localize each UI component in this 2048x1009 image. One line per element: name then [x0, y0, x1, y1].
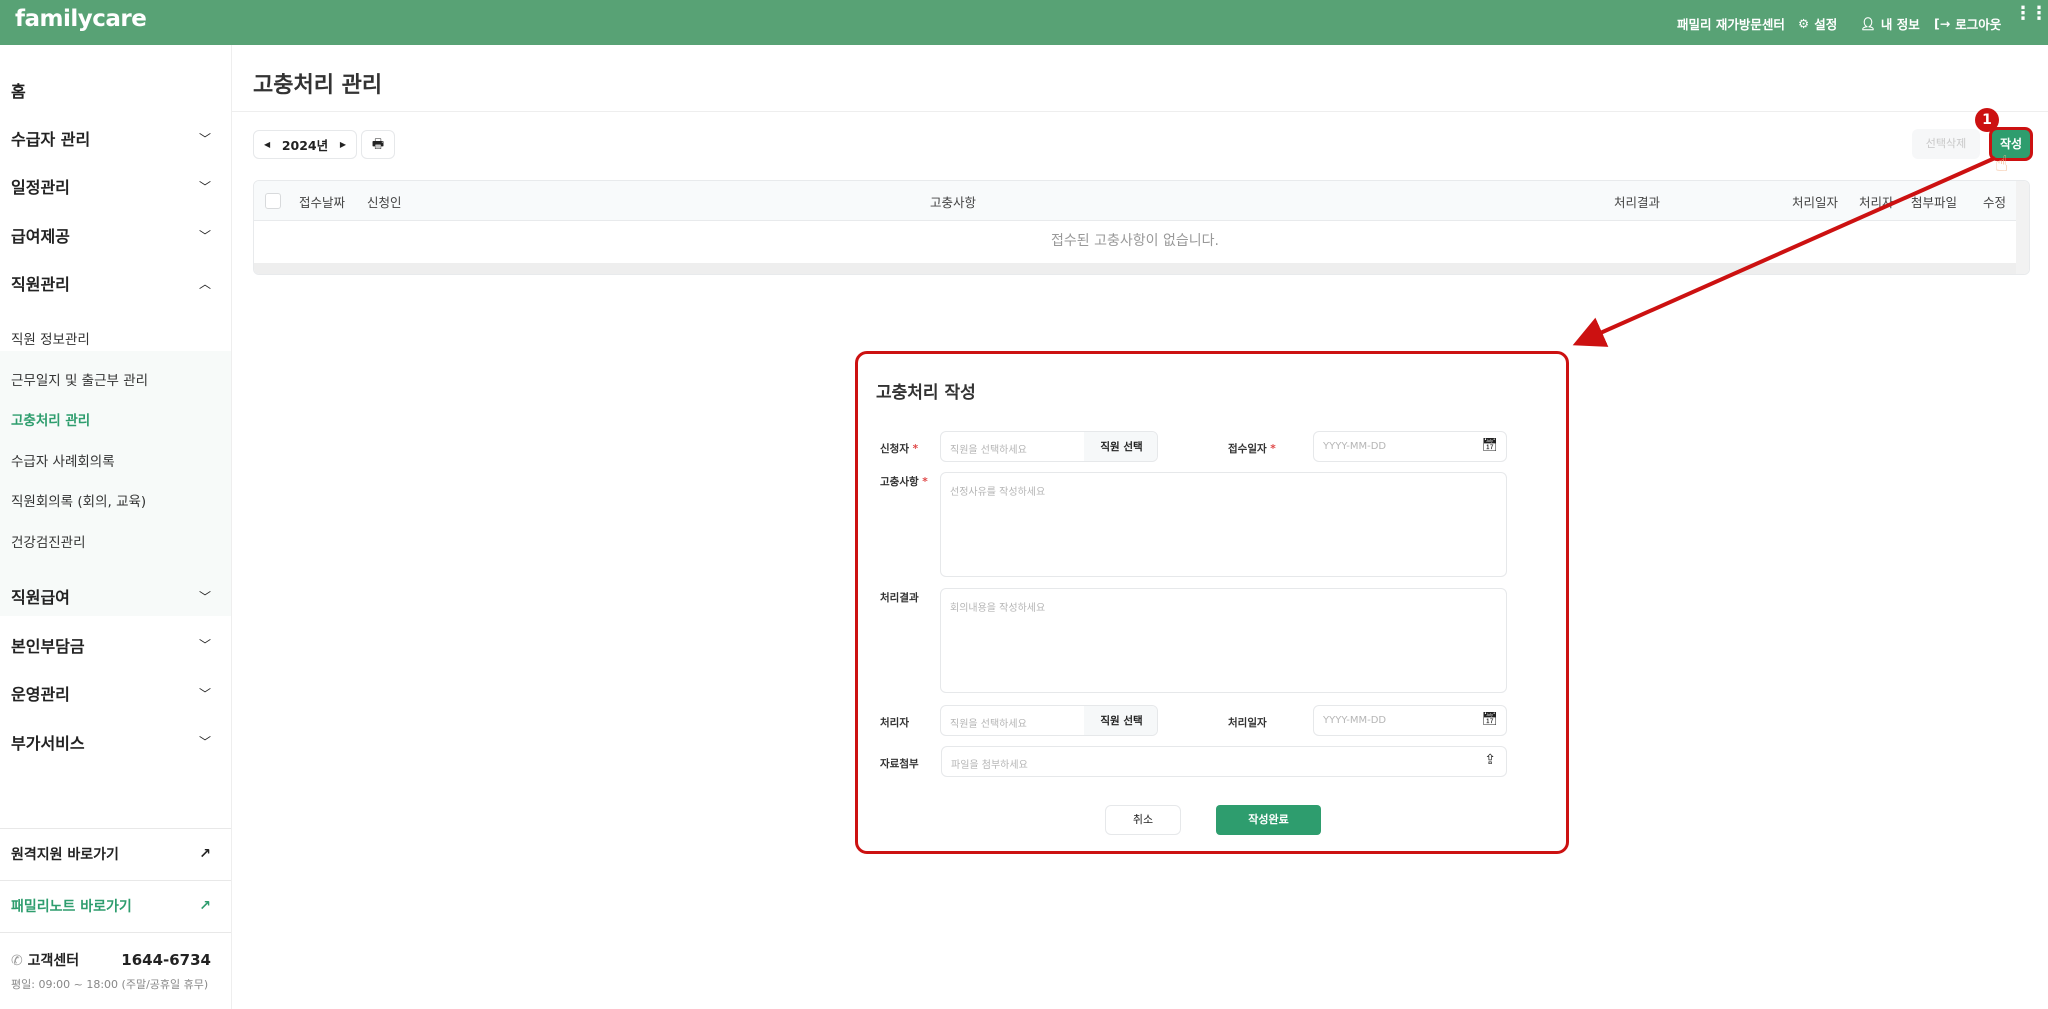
attachment-input[interactable]: 파일을 첨부하세요 ⇪ [941, 746, 1507, 777]
result-textarea[interactable]: 회의내용을 작성하세요 [940, 588, 1507, 693]
calendar-icon[interactable]: 📅︎ [1481, 712, 1498, 727]
handler-input[interactable]: 직원을 선택하세요 직원 선택 [940, 705, 1158, 736]
field-label: 신청자 * [880, 443, 919, 455]
field-label: 접수일자 * [1228, 443, 1276, 455]
calendar-icon[interactable]: 📅︎ [1481, 438, 1498, 453]
field-label: 자료첨부 [880, 758, 919, 770]
received-date-input[interactable]: YYYY-MM-DD 📅︎ [1313, 431, 1507, 462]
submit-button[interactable]: 작성완료 [1216, 805, 1321, 835]
applicant-input[interactable]: 직원을 선택하세요 직원 선택 [940, 431, 1158, 462]
processed-date-input[interactable]: YYYY-MM-DD 📅︎ [1313, 705, 1507, 736]
select-staff-button[interactable]: 직원 선택 [1084, 706, 1157, 735]
field-label: 고충사항 * [880, 476, 928, 488]
grievance-textarea[interactable]: 선정사유를 작성하세요 [940, 472, 1507, 577]
field-label: 처리자 [880, 717, 909, 729]
field-label: 처리결과 [880, 592, 919, 604]
field-label: 처리일자 [1228, 717, 1267, 729]
upload-icon[interactable]: ⇪ [1484, 752, 1496, 768]
cancel-button[interactable]: 취소 [1105, 805, 1181, 835]
modal-title: 고충처리 작성 [876, 383, 976, 403]
select-staff-button[interactable]: 직원 선택 [1084, 432, 1157, 461]
